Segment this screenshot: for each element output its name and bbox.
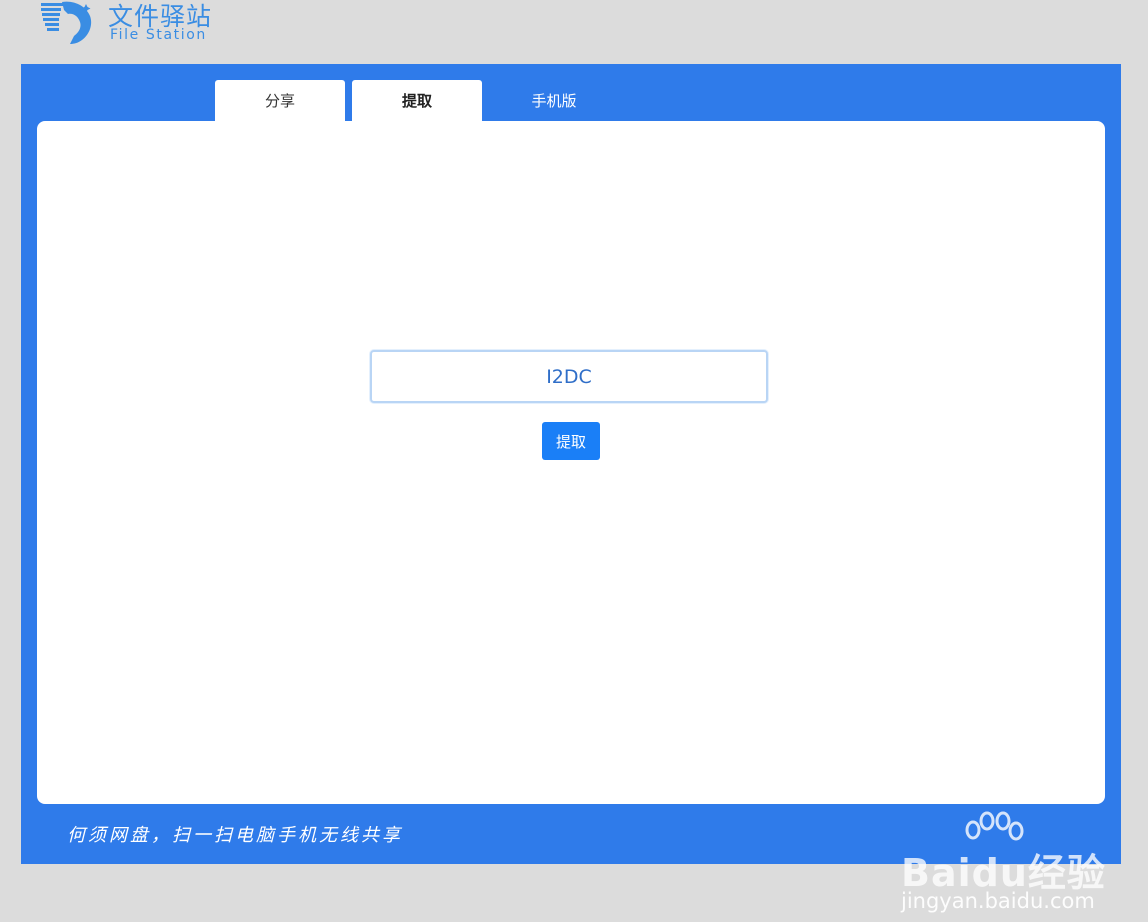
logo-horse-icon xyxy=(41,1,92,44)
tab-extract[interactable]: 提取 xyxy=(352,80,482,121)
extract-panel: 提取 xyxy=(37,121,1105,804)
watermark-url: jingyan.baidu.com xyxy=(901,889,1095,913)
footer-slogan: 何须网盘，扫一扫电脑手机无线共享 xyxy=(67,825,403,846)
extract-code-input[interactable] xyxy=(370,350,768,403)
site-logo[interactable]: 文件驿站 File Station xyxy=(38,0,238,46)
tab-mobile[interactable]: 手机版 xyxy=(489,80,619,121)
tab-share[interactable]: 分享 xyxy=(215,80,345,121)
extract-button[interactable]: 提取 xyxy=(542,422,600,460)
main-frame: 分享 提取 手机版 提取 何须网盘，扫一扫电脑手机无线共享 Baidu经验 ji… xyxy=(21,64,1121,913)
logo-subtitle: File Station xyxy=(110,27,207,43)
baidu-jingyan-watermark: Baidu经验 jingyan.baidu.com xyxy=(889,811,1129,922)
